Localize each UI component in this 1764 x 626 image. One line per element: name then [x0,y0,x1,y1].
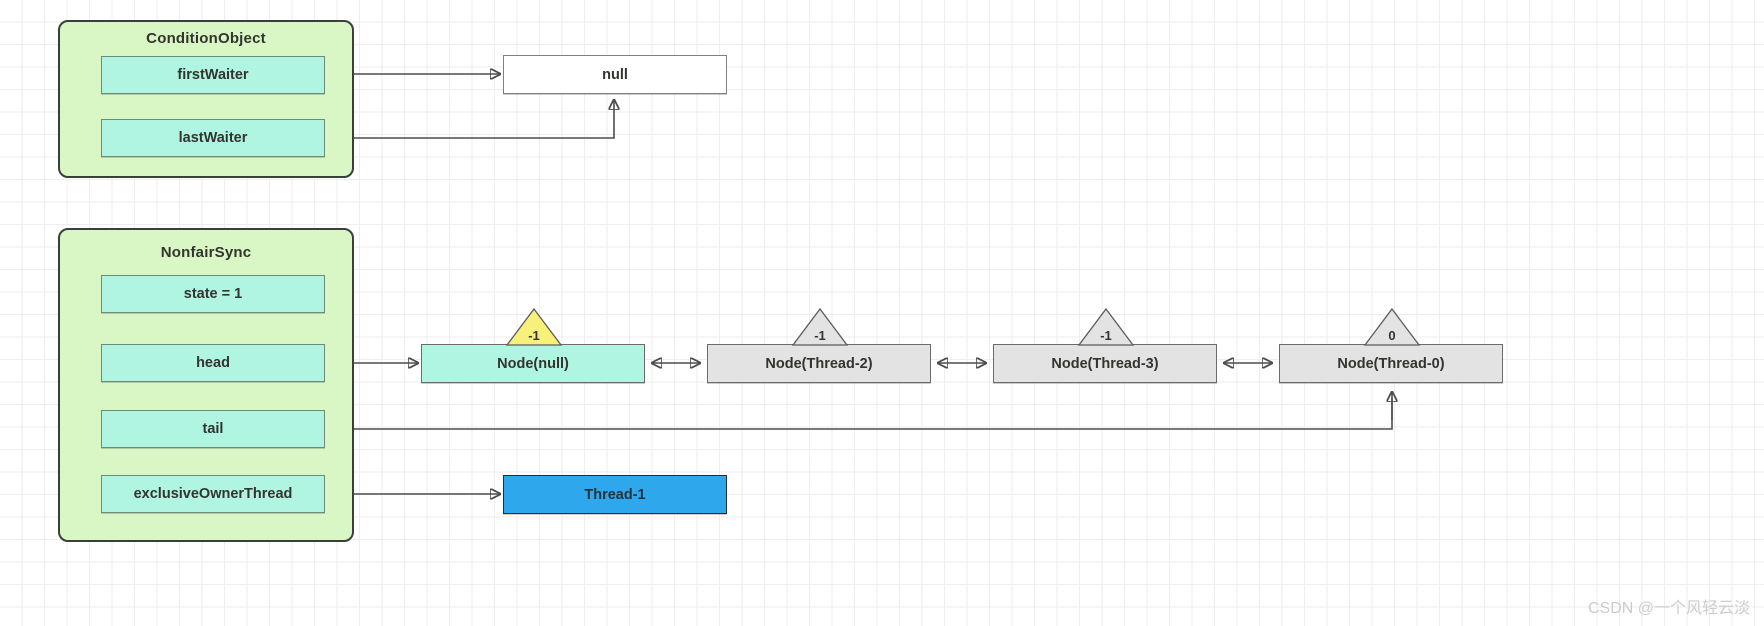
field-tail[interactable]: tail [101,410,325,448]
diagram-canvas: ConditionObject firstWaiter lastWaiter n… [0,0,1764,626]
queue-node-2[interactable]: Node(Thread-3) [993,344,1217,383]
queue-node-3[interactable]: Node(Thread-0) [1279,344,1503,383]
field-head[interactable]: head [101,344,325,382]
field-exclusive-owner-thread-label: exclusiveOwnerThread [133,486,293,502]
owner-thread-label: Thread-1 [584,486,646,503]
nonfair-sync-title: NonfairSync [160,244,252,261]
field-lastwaiter[interactable]: lastWaiter [101,119,325,157]
queue-node-3-label: Node(Thread-0) [1337,355,1445,372]
queue-node-0-label: Node(null) [497,355,569,372]
queue-node-1[interactable]: Node(Thread-2) [707,344,931,383]
null-box-label: null [602,66,628,83]
field-lastwaiter-label: lastWaiter [178,130,248,146]
null-box[interactable]: null [503,55,727,94]
field-tail-label: tail [202,421,224,437]
queue-node-2-waitstatus-label: -1 [1100,328,1112,343]
condition-object-title: ConditionObject [146,30,266,47]
field-state-label: state = 1 [183,286,243,302]
field-exclusive-owner-thread[interactable]: exclusiveOwnerThread [101,475,325,513]
queue-node-0[interactable]: Node(null) [421,344,645,383]
field-firstwaiter-label: firstWaiter [177,67,249,83]
queue-node-3-waitstatus-label: 0 [1388,328,1395,343]
queue-node-1-label: Node(Thread-2) [765,355,873,372]
field-head-label: head [196,355,230,371]
queue-node-1-waitstatus-label: -1 [814,328,826,343]
owner-thread-box[interactable]: Thread-1 [503,475,727,514]
queue-node-2-label: Node(Thread-3) [1051,355,1159,372]
field-firstwaiter[interactable]: firstWaiter [101,56,325,94]
connector-lastwaiter-to-null [325,100,614,139]
field-state[interactable]: state = 1 [101,275,325,313]
watermark: CSDN @一个风轻云淡 [1587,600,1750,617]
queue-node-0-waitstatus-label: -1 [528,328,540,343]
connector-tail-to-node3 [331,398,1393,429]
